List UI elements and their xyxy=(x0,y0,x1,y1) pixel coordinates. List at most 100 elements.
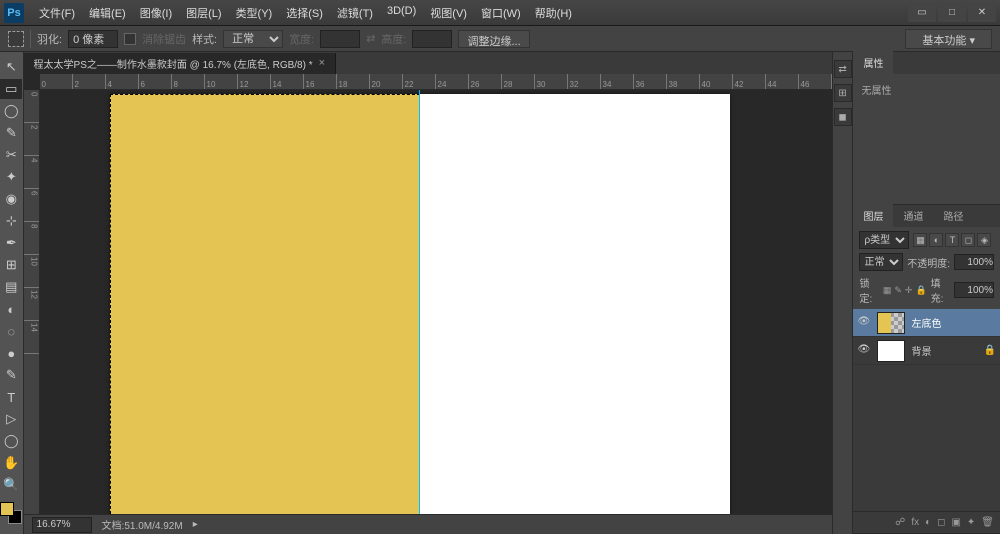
height-input xyxy=(412,30,452,48)
brush-tool[interactable]: ⊹ xyxy=(0,211,22,231)
move-tool[interactable]: ↖ xyxy=(0,57,22,77)
path-tool[interactable]: ▷ xyxy=(0,409,22,429)
lock-image-icon[interactable]: ✎ xyxy=(894,285,902,296)
status-bar: 文档:51.0M/4.92M ▸ xyxy=(24,514,832,534)
layers-footer: ☍ fx ◐ ◻ ▣ ✦ 🗑 xyxy=(853,511,1000,533)
tab-properties[interactable]: 属性 xyxy=(853,51,893,74)
panel-icon-2[interactable]: ⊞ xyxy=(834,84,852,102)
fill-input[interactable] xyxy=(954,282,994,298)
filter-smart-icon[interactable]: ◈ xyxy=(977,233,991,247)
horizontal-ruler[interactable]: 0246810121416182022242628303234363840424… xyxy=(40,74,832,90)
menu-3d[interactable]: 3D(D) xyxy=(380,1,423,25)
visibility-icon[interactable]: 👁 xyxy=(857,316,871,330)
menu-image[interactable]: 图像(I) xyxy=(133,1,179,25)
document-tab[interactable]: 程太太学PS之——制作水墨款封面 @ 16.7% (左底色, RGB/8) * … xyxy=(24,53,337,74)
adjustment-icon[interactable]: ◻ xyxy=(937,517,945,528)
menu-layer[interactable]: 图层(L) xyxy=(179,1,228,25)
menu-window[interactable]: 窗口(W) xyxy=(474,1,528,25)
filter-pixel-icon[interactable]: ▦ xyxy=(913,233,927,247)
fill-label: 填充: xyxy=(931,275,950,305)
panel-icon-3[interactable]: ◼ xyxy=(834,108,852,126)
wand-tool[interactable]: ✎ xyxy=(0,123,22,143)
maximize-button[interactable]: □ xyxy=(938,4,966,22)
vertical-guide[interactable] xyxy=(419,90,420,514)
marquee-tool[interactable]: ▭ xyxy=(0,79,22,99)
tab-paths[interactable]: 路径 xyxy=(933,204,973,227)
history-brush-tool[interactable]: ⊞ xyxy=(0,255,22,275)
layer-kind-filter[interactable]: ρ类型 xyxy=(859,231,909,249)
delete-layer-icon[interactable]: 🗑 xyxy=(981,517,994,528)
heal-tool[interactable]: ◉ xyxy=(0,189,22,209)
zoom-tool[interactable]: 🔍 xyxy=(0,475,22,495)
dodge-tool[interactable]: ● xyxy=(0,343,22,363)
crop-tool[interactable]: ✂ xyxy=(0,145,22,165)
menu-type[interactable]: 类型(Y) xyxy=(229,1,280,25)
blend-mode-select[interactable]: 正常 xyxy=(859,253,903,271)
right-panels: 属性 无属性 图层 通道 路径 ρ类型 ▦ ◐ T ◻ xyxy=(852,52,1000,534)
doc-info: 文档:51.0M/4.92M xyxy=(102,517,183,532)
layer-thumbnail[interactable] xyxy=(877,340,905,362)
eraser-tool[interactable]: ▤ xyxy=(0,277,22,297)
layer-thumbnail[interactable] xyxy=(877,312,905,334)
workspace-selector[interactable]: 基本功能 ▾ xyxy=(905,29,992,49)
opacity-label: 不透明度: xyxy=(907,255,950,270)
height-label: 高度: xyxy=(381,31,406,47)
canvas-wrapper[interactable] xyxy=(40,90,832,514)
shape-tool[interactable]: ◯ xyxy=(0,431,22,451)
filter-shape-icon[interactable]: ◻ xyxy=(961,233,975,247)
filter-adjust-icon[interactable]: ◐ xyxy=(929,233,943,247)
mask-icon[interactable]: ◐ xyxy=(925,517,931,528)
lock-position-icon[interactable]: ✛ xyxy=(905,285,913,296)
gradient-tool[interactable]: ◐ xyxy=(0,299,22,319)
panel-icon-1[interactable]: ⇄ xyxy=(834,60,852,78)
canvas[interactable] xyxy=(110,94,730,514)
blur-tool[interactable]: ◌ xyxy=(0,321,22,341)
tab-channels[interactable]: 通道 xyxy=(893,204,933,227)
menu-file[interactable]: 文件(F) xyxy=(32,1,82,25)
menu-select[interactable]: 选择(S) xyxy=(279,1,330,25)
selection-region[interactable] xyxy=(110,94,420,514)
lasso-tool[interactable]: ◯ xyxy=(0,101,22,121)
filter-type-icon[interactable]: T xyxy=(945,233,959,247)
eyedropper-tool[interactable]: ✦ xyxy=(0,167,22,187)
ps-logo: Ps xyxy=(4,3,24,23)
close-tab-icon[interactable]: × xyxy=(319,57,325,69)
color-swatches[interactable] xyxy=(0,502,22,524)
minimize-button[interactable]: ▭ xyxy=(908,4,936,22)
layer-filter-icons[interactable]: ▦ ◐ T ◻ ◈ xyxy=(913,233,991,247)
style-select[interactable]: 正常 xyxy=(223,30,283,48)
hand-tool[interactable]: ✋ xyxy=(0,453,22,473)
link-layers-icon[interactable]: ☍ xyxy=(895,517,905,528)
menu-help[interactable]: 帮助(H) xyxy=(528,1,579,25)
layer-name[interactable]: 左底色 xyxy=(911,315,941,330)
fx-icon[interactable]: fx xyxy=(911,517,919,528)
marquee-icon[interactable] xyxy=(8,31,24,47)
vertical-ruler[interactable]: 02468101214 xyxy=(24,90,40,514)
width-label: 宽度: xyxy=(289,31,314,47)
lock-transparency-icon[interactable]: ▦ xyxy=(883,285,892,296)
chevron-right-icon[interactable]: ▸ xyxy=(193,519,198,530)
feather-input[interactable] xyxy=(68,30,118,48)
layer-row[interactable]: 👁 左底色 xyxy=(853,309,1000,337)
title-bar: Ps 文件(F) 编辑(E) 图像(I) 图层(L) 类型(Y) 选择(S) 滤… xyxy=(0,0,1000,26)
layer-row[interactable]: 👁 背景 🔒 xyxy=(853,337,1000,365)
tab-layers[interactable]: 图层 xyxy=(853,204,893,227)
type-tool[interactable]: T xyxy=(0,387,22,407)
opacity-input[interactable] xyxy=(954,254,994,270)
new-layer-icon[interactable]: ✦ xyxy=(967,517,975,528)
foreground-color[interactable] xyxy=(0,502,14,516)
zoom-field[interactable] xyxy=(32,517,92,533)
lock-all-icon[interactable]: 🔒 xyxy=(915,285,926,296)
menu-edit[interactable]: 编辑(E) xyxy=(82,1,133,25)
menu-filter[interactable]: 滤镜(T) xyxy=(330,1,380,25)
collapsed-panels: ⇄ ⊞ ◼ xyxy=(832,52,853,534)
refine-edge-button[interactable]: 调整边缘... xyxy=(458,30,529,48)
close-button[interactable]: ✕ xyxy=(968,4,996,22)
layer-name[interactable]: 背景 xyxy=(911,343,931,358)
group-icon[interactable]: ▣ xyxy=(951,517,960,528)
menu-view[interactable]: 视图(V) xyxy=(423,1,474,25)
visibility-icon[interactable]: 👁 xyxy=(857,344,871,358)
stamp-tool[interactable]: ✒ xyxy=(0,233,22,253)
document-area: 程太太学PS之——制作水墨款封面 @ 16.7% (左底色, RGB/8) * … xyxy=(24,52,832,534)
pen-tool[interactable]: ✎ xyxy=(0,365,22,385)
